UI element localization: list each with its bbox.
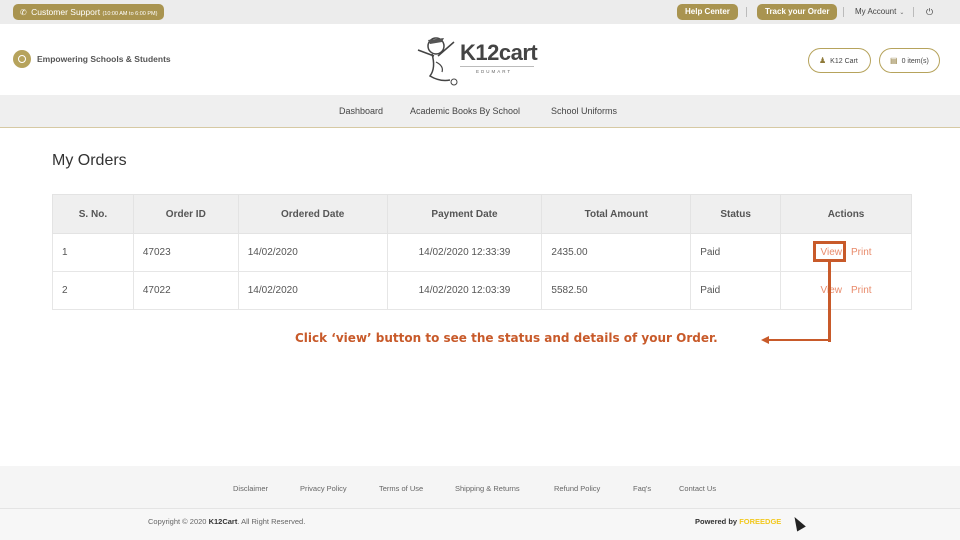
orders-table: S. No. Order ID Ordered Date Payment Dat… bbox=[52, 194, 912, 310]
cell-ordered-date: 14/02/2020 bbox=[237, 271, 388, 310]
cell-order-id: 47023 bbox=[132, 233, 239, 272]
footer-link-shipping[interactable]: Shipping & Returns bbox=[455, 466, 520, 509]
help-center-button[interactable]: Help Center bbox=[677, 4, 738, 20]
footer-link-refund[interactable]: Refund Policy bbox=[554, 466, 600, 509]
divider bbox=[843, 7, 844, 17]
logo-divider bbox=[460, 66, 534, 67]
logo-subtitle: EDUMART bbox=[476, 69, 513, 74]
nav-school-uniforms[interactable]: School Uniforms bbox=[551, 95, 617, 127]
cell-payment-date: 14/02/2020 12:03:39 bbox=[386, 271, 543, 310]
mascot-icon bbox=[417, 37, 458, 86]
my-account-dropdown[interactable]: My Account ⌄ bbox=[855, 0, 904, 24]
k12-cart-button[interactable]: ♟ K12 Cart bbox=[808, 48, 871, 73]
chevron-down-icon: ⌄ bbox=[899, 10, 905, 16]
support-hours: (10:00 AM to 6:00 PM) bbox=[102, 11, 158, 17]
annotation-highlight-box bbox=[813, 241, 846, 262]
support-label: Customer Support bbox=[31, 7, 101, 17]
annotation-callout: Click ‘view’ button to see the status an… bbox=[295, 331, 718, 345]
cell-status: Paid bbox=[690, 271, 782, 310]
k12-cart-label: K12 Cart bbox=[830, 58, 858, 65]
powered-by-label: Powered by bbox=[695, 517, 740, 526]
footer-link-privacy[interactable]: Privacy Policy bbox=[300, 466, 347, 509]
footer-bottom: Copyright © 2020 K12Cart. All Right Rese… bbox=[0, 509, 960, 540]
col-header-sno: S. No. bbox=[52, 194, 134, 234]
footer-link-disclaimer[interactable]: Disclaimer bbox=[233, 466, 268, 509]
table-row: 2 47022 14/02/2020 14/02/2020 12:03:39 5… bbox=[52, 271, 912, 310]
table-row: 1 47023 14/02/2020 14/02/2020 12:33:39 2… bbox=[52, 233, 912, 272]
col-header-order-id: Order ID bbox=[132, 194, 239, 234]
col-header-ordered-date: Ordered Date bbox=[237, 194, 388, 234]
phone-icon: ✆ bbox=[20, 8, 27, 17]
main-nav: Dashboard Academic Books By School Schoo… bbox=[0, 95, 960, 128]
print-link[interactable]: Print bbox=[851, 247, 872, 258]
logo[interactable]: K12cart EDUMART bbox=[414, 32, 540, 88]
track-order-button[interactable]: Track your Order bbox=[757, 4, 838, 20]
annotation-connector bbox=[768, 339, 831, 341]
col-header-actions: Actions bbox=[780, 194, 912, 234]
table-header-row: S. No. Order ID Ordered Date Payment Dat… bbox=[52, 194, 912, 234]
power-icon[interactable]: ⏻ bbox=[926, 0, 933, 24]
print-link[interactable]: Print bbox=[851, 285, 872, 296]
footer-link-contact[interactable]: Contact Us bbox=[679, 466, 716, 509]
my-account-label: My Account bbox=[855, 7, 897, 16]
cell-sno: 1 bbox=[52, 233, 134, 272]
header: Empowering Schools & Students K12cart ED… bbox=[0, 24, 960, 95]
tagline-icon bbox=[13, 50, 31, 68]
copyright-brand: K12Cart bbox=[208, 517, 238, 526]
logo-text: K12cart bbox=[460, 40, 538, 65]
cell-payment-date: 14/02/2020 12:33:39 bbox=[386, 233, 543, 272]
cart-items-button[interactable]: ▤ 0 item(s) bbox=[879, 48, 940, 73]
view-link[interactable]: View bbox=[821, 285, 843, 296]
divider bbox=[913, 7, 914, 17]
top-bar: ✆ Customer Support (10:00 AM to 6:00 PM)… bbox=[0, 0, 960, 24]
col-header-status: Status bbox=[690, 194, 782, 234]
col-header-payment-date: Payment Date bbox=[386, 194, 543, 234]
cell-sno: 2 bbox=[52, 271, 134, 310]
basket-icon: ▤ bbox=[890, 56, 898, 65]
footer-link-faqs[interactable]: Faq's bbox=[633, 466, 651, 509]
cell-status: Paid bbox=[690, 233, 782, 272]
annotation-connector bbox=[828, 262, 831, 342]
nav-dashboard[interactable]: Dashboard bbox=[339, 95, 383, 127]
user-icon: ♟ bbox=[819, 56, 827, 65]
copyright: Copyright © 2020 K12Cart. All Right Rese… bbox=[148, 509, 305, 535]
copyright-prefix: Copyright © 2020 bbox=[148, 517, 209, 526]
cart-items-label: 0 item(s) bbox=[901, 58, 929, 65]
powered-by-brand-link[interactable]: FOREEDGE bbox=[739, 517, 781, 526]
tagline-text: Empowering Schools & Students bbox=[37, 54, 171, 64]
cell-actions: View Print bbox=[780, 233, 912, 272]
page: ✆ Customer Support (10:00 AM to 6:00 PM)… bbox=[0, 0, 960, 540]
page-title: My Orders bbox=[52, 152, 127, 169]
footer-links: Disclaimer Privacy Policy Terms of Use S… bbox=[0, 466, 960, 509]
divider bbox=[746, 7, 747, 17]
powered-by: Powered by FOREEDGE bbox=[695, 509, 781, 535]
footer-link-terms[interactable]: Terms of Use bbox=[379, 466, 423, 509]
arrow-left-icon bbox=[761, 336, 769, 344]
customer-support-button[interactable]: ✆ Customer Support (10:00 AM to 6:00 PM) bbox=[13, 4, 165, 20]
cell-ordered-date: 14/02/2020 bbox=[237, 233, 388, 272]
cell-order-id: 47022 bbox=[132, 271, 239, 310]
tagline: Empowering Schools & Students bbox=[13, 50, 171, 68]
cell-actions: View Print bbox=[780, 271, 912, 310]
cell-total-amount: 2435.00 bbox=[541, 233, 692, 272]
cell-total-amount: 5582.50 bbox=[541, 271, 692, 310]
nav-academic-books[interactable]: Academic Books By School bbox=[410, 95, 520, 127]
copyright-suffix: . All Right Reserved. bbox=[237, 517, 306, 526]
col-header-total-amount: Total Amount bbox=[541, 194, 692, 234]
